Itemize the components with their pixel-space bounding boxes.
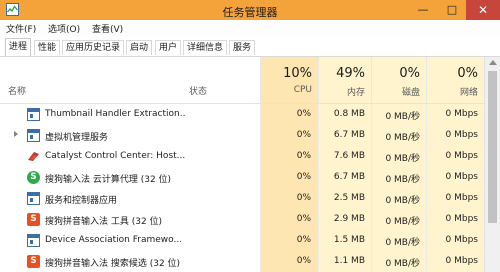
process-name: 搜狗输入法 云计算代理 (32 位) <box>45 175 172 185</box>
column-memory[interactable]: 49% 内存 <box>318 57 371 103</box>
column-name[interactable]: 名称 <box>8 84 26 97</box>
window-icon <box>27 192 40 205</box>
vertical-scrollbar[interactable] <box>484 57 500 272</box>
tab-details[interactable]: 详细信息 <box>183 40 228 55</box>
tab-performance[interactable]: 性能 <box>34 40 61 55</box>
cpu-value: 0% <box>296 130 311 140</box>
network-value: 0 Mbps <box>445 151 478 161</box>
cpu-value: 0% <box>296 214 311 224</box>
memory-value: 1.1 MB <box>333 256 365 266</box>
cpu-value: 0% <box>296 193 311 203</box>
close-icon: ✕ <box>477 3 489 17</box>
minimize-icon: — <box>417 3 429 16</box>
process-name: Catalyst Control Center: Host... <box>45 151 185 161</box>
maximize-icon: □ <box>446 3 458 16</box>
network-value: 0 Mbps <box>445 193 478 203</box>
expand-chevron-icon[interactable] <box>14 131 18 137</box>
cpu-value: 0% <box>296 109 311 119</box>
memory-total-percent: 49% <box>336 66 365 81</box>
menu-view[interactable]: 查看(V) <box>92 22 123 35</box>
scroll-thumb[interactable] <box>488 71 497 223</box>
table-row[interactable]: S 搜狗拼音输入法 搜索候选 (32 位) 0% 1.1 MB 0 MB/秒 0… <box>0 251 484 272</box>
memory-value: 7.6 MB <box>333 151 365 161</box>
menu-file[interactable]: 文件(F) <box>6 22 36 35</box>
column-status[interactable]: 状态 <box>189 84 207 97</box>
column-network[interactable]: 0% 网络 <box>426 57 484 103</box>
catalyst-icon <box>28 152 39 161</box>
sogou-pinyin-icon: S <box>27 213 40 226</box>
column-cpu[interactable]: 10% CPU <box>260 57 318 103</box>
menu-bar: 文件(F) 选项(O) 查看(V) <box>0 20 500 36</box>
process-list: Thumbnail Handler Extraction... 0% 0.8 M… <box>0 104 484 272</box>
window-icon <box>27 129 40 142</box>
process-name: 搜狗拼音输入法 搜索候选 (32 位) <box>45 259 181 269</box>
process-name: 服务和控制器应用 <box>45 196 118 206</box>
tab-users[interactable]: 用户 <box>155 40 182 55</box>
memory-value: 2.9 MB <box>333 214 365 224</box>
memory-value: 6.7 MB <box>333 130 365 140</box>
memory-label: 内存 <box>346 88 365 98</box>
table-row[interactable]: S 搜狗拼音输入法 工具 (32 位) 0% 2.9 MB 0 MB/秒 0 M… <box>0 209 484 230</box>
process-name: Thumbnail Handler Extraction... <box>45 109 185 119</box>
disk-value: 0 MB/秒 <box>385 217 420 227</box>
tab-processes[interactable]: 进程 <box>5 38 32 56</box>
column-header: 名称 状态 ⌃ 10% CPU 49% 内存 0% 磁盘 0% 网络 <box>0 57 500 104</box>
process-name: Device Association Framewo... <box>45 235 183 245</box>
close-button[interactable]: ✕ <box>466 0 500 20</box>
network-value: 0 Mbps <box>445 214 478 224</box>
network-value: 0 Mbps <box>445 235 478 245</box>
disk-total-percent: 0% <box>399 66 420 81</box>
network-value: 0 Mbps <box>445 109 478 119</box>
menu-options[interactable]: 选项(O) <box>48 22 80 35</box>
sogou-cloud-icon: S <box>27 171 40 184</box>
cpu-value: 0% <box>296 256 311 266</box>
scroll-up-icon[interactable] <box>489 60 497 65</box>
sogou-pinyin-icon: S <box>27 255 40 268</box>
memory-value: 2.5 MB <box>333 193 365 203</box>
network-value: 0 Mbps <box>445 256 478 266</box>
disk-value: 0 MB/秒 <box>385 259 420 269</box>
disk-value: 0 MB/秒 <box>385 175 420 185</box>
disk-value: 0 MB/秒 <box>385 196 420 206</box>
tab-bar: 进程 性能 应用历史记录 启动 用户 详细信息 服务 <box>0 36 500 57</box>
cpu-value: 0% <box>296 151 311 161</box>
disk-value: 0 MB/秒 <box>385 112 420 122</box>
table-row[interactable]: Catalyst Control Center: Host... 0% 7.6 … <box>0 146 484 167</box>
network-value: 0 Mbps <box>445 130 478 140</box>
cpu-total-percent: 10% <box>283 66 312 81</box>
table-row[interactable]: S 搜狗输入法 云计算代理 (32 位) 0% 6.7 MB 0 MB/秒 0 … <box>0 167 484 188</box>
tab-app-history[interactable]: 应用历史记录 <box>62 40 125 55</box>
disk-value: 0 MB/秒 <box>385 154 420 164</box>
memory-value: 6.7 MB <box>333 172 365 182</box>
network-total-percent: 0% <box>457 66 478 81</box>
table-row[interactable]: 虚拟机管理服务 0% 6.7 MB 0 MB/秒 0 Mbps <box>0 125 484 146</box>
tab-startup[interactable]: 启动 <box>126 40 153 55</box>
window-icon <box>27 234 40 247</box>
column-disk[interactable]: 0% 磁盘 <box>371 57 426 103</box>
cpu-label: CPU <box>293 85 312 95</box>
window-icon <box>27 108 40 121</box>
table-row[interactable]: Device Association Framewo... 0% 1.5 MB … <box>0 230 484 251</box>
cpu-value: 0% <box>296 235 311 245</box>
process-name: 搜狗拼音输入法 工具 (32 位) <box>45 217 163 227</box>
minimize-button[interactable]: — <box>411 0 435 20</box>
disk-value: 0 MB/秒 <box>385 133 420 143</box>
table-row[interactable]: 服务和控制器应用 0% 2.5 MB 0 MB/秒 0 Mbps <box>0 188 484 209</box>
title-bar: 任务管理器 — □ ✕ <box>0 0 500 20</box>
disk-value: 0 MB/秒 <box>385 238 420 248</box>
process-name: 虚拟机管理服务 <box>45 133 109 143</box>
network-value: 0 Mbps <box>445 172 478 182</box>
memory-value: 1.5 MB <box>333 235 365 245</box>
maximize-button[interactable]: □ <box>440 0 464 20</box>
cpu-value: 0% <box>296 172 311 182</box>
network-label: 网络 <box>459 88 478 98</box>
table-row[interactable]: Thumbnail Handler Extraction... 0% 0.8 M… <box>0 104 484 125</box>
memory-value: 0.8 MB <box>333 109 365 119</box>
disk-label: 磁盘 <box>401 88 420 98</box>
tab-services[interactable]: 服务 <box>229 40 256 55</box>
